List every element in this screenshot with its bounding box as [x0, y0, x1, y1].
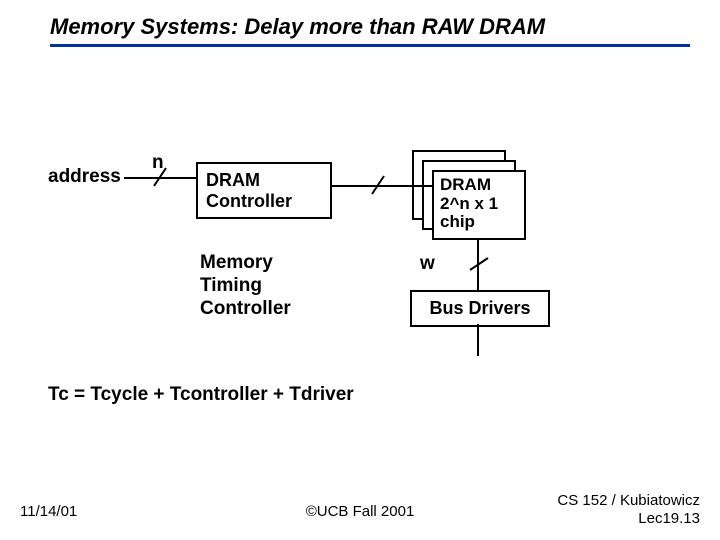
dram-chip-front: DRAM 2^n x 1 chip	[432, 170, 526, 240]
bus-drivers-box: Bus Drivers	[410, 290, 550, 327]
footer-course: CS 152 / Kubiatowicz Lec19.13	[557, 492, 700, 528]
dram-controller-box: DRAM Controller	[196, 162, 332, 219]
footer-course-line1: CS 152 / Kubiatowicz	[557, 492, 700, 509]
footer-course-line2: Lec19.13	[638, 510, 700, 527]
address-label: address	[48, 166, 121, 188]
timing-equation: Tc = Tcycle + Tcontroller + Tdriver	[48, 384, 354, 406]
slide-title: Memory Systems: Delay more than RAW DRAM	[50, 14, 690, 47]
dram-controller-text: DRAM Controller	[206, 170, 292, 211]
w-label: w	[420, 253, 435, 275]
n-label: n	[152, 152, 164, 174]
diagram-wires	[0, 0, 720, 540]
bus-drivers-text: Bus Drivers	[429, 298, 530, 318]
memory-timing-controller: Memory Timing Controller	[200, 252, 291, 320]
dram-chip-text: DRAM 2^n x 1 chip	[440, 175, 498, 231]
